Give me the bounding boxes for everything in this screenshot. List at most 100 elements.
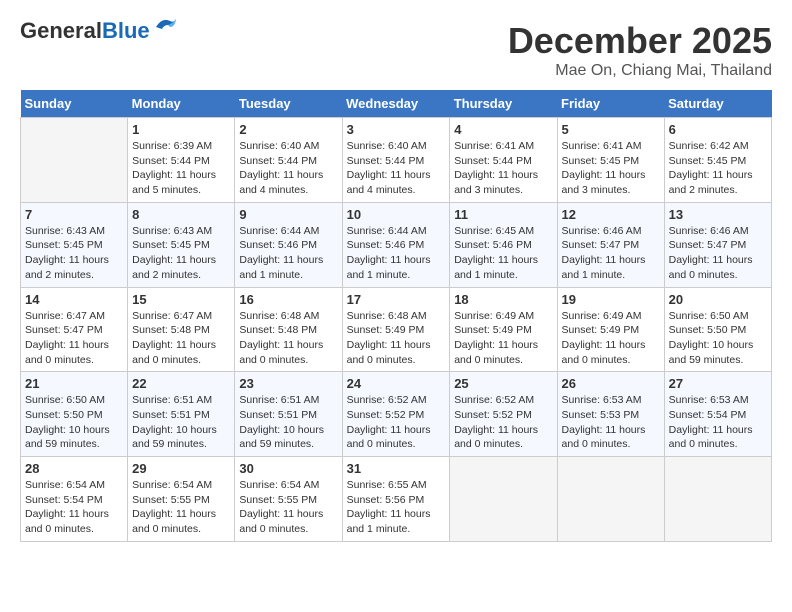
weekday-header-monday: Monday [128, 90, 235, 118]
calendar-cell [557, 457, 664, 542]
calendar-cell: 18 Sunrise: 6:49 AMSunset: 5:49 PMDayligh… [450, 287, 557, 372]
day-info: Sunrise: 6:52 AMSunset: 5:52 PMDaylight:… [454, 393, 552, 452]
logo-blue: Blue [102, 18, 150, 43]
calendar-week-row: 7 Sunrise: 6:43 AMSunset: 5:45 PMDaylight… [21, 202, 772, 287]
day-number: 10 [347, 207, 446, 222]
location: Mae On, Chiang Mai, Thailand [508, 62, 772, 80]
day-info: Sunrise: 6:54 AMSunset: 5:55 PMDaylight:… [239, 478, 337, 537]
day-info: Sunrise: 6:50 AMSunset: 5:50 PMDaylight:… [25, 393, 123, 452]
weekday-header-row: SundayMondayTuesdayWednesdayThursdayFrid… [21, 90, 772, 118]
calendar-cell: 27 Sunrise: 6:53 AMSunset: 5:54 PMDayligh… [664, 372, 771, 457]
day-number: 24 [347, 376, 446, 391]
calendar-table: SundayMondayTuesdayWednesdayThursdayFrid… [20, 90, 772, 542]
day-info: Sunrise: 6:50 AMSunset: 5:50 PMDaylight:… [669, 309, 767, 368]
day-info: Sunrise: 6:47 AMSunset: 5:48 PMDaylight:… [132, 309, 230, 368]
day-info: Sunrise: 6:44 AMSunset: 5:46 PMDaylight:… [239, 224, 337, 283]
calendar-cell: 16 Sunrise: 6:48 AMSunset: 5:48 PMDayligh… [235, 287, 342, 372]
day-info: Sunrise: 6:51 AMSunset: 5:51 PMDaylight:… [239, 393, 337, 452]
day-number: 1 [132, 122, 230, 137]
weekday-header-thursday: Thursday [450, 90, 557, 118]
day-info: Sunrise: 6:46 AMSunset: 5:47 PMDaylight:… [562, 224, 660, 283]
calendar-cell: 7 Sunrise: 6:43 AMSunset: 5:45 PMDaylight… [21, 202, 128, 287]
day-number: 31 [347, 461, 446, 476]
weekday-header-sunday: Sunday [21, 90, 128, 118]
calendar-cell: 25 Sunrise: 6:52 AMSunset: 5:52 PMDayligh… [450, 372, 557, 457]
day-number: 16 [239, 292, 337, 307]
calendar-cell: 13Sunrise: 6:46 AMSunset: 5:47 PMDayligh… [664, 202, 771, 287]
day-info: Sunrise: 6:43 AMSunset: 5:45 PMDaylight:… [25, 224, 123, 283]
calendar-cell: 21 Sunrise: 6:50 AMSunset: 5:50 PMDayligh… [21, 372, 128, 457]
day-info: Sunrise: 6:39 AMSunset: 5:44 PMDaylight:… [132, 139, 230, 198]
day-info: Sunrise: 6:49 AMSunset: 5:49 PMDaylight:… [562, 309, 660, 368]
calendar-cell: 26 Sunrise: 6:53 AMSunset: 5:53 PMDayligh… [557, 372, 664, 457]
calendar-cell: 3Sunrise: 6:40 AMSunset: 5:44 PMDaylight… [342, 118, 450, 203]
calendar-cell: 28 Sunrise: 6:54 AMSunset: 5:54 PMDayligh… [21, 457, 128, 542]
day-info: Sunrise: 6:42 AMSunset: 5:45 PMDaylight:… [669, 139, 767, 198]
day-number: 25 [454, 376, 552, 391]
day-info: Sunrise: 6:55 AMSunset: 5:56 PMDaylight:… [347, 478, 446, 537]
calendar-week-row: 21 Sunrise: 6:50 AMSunset: 5:50 PMDayligh… [21, 372, 772, 457]
calendar-cell: 24 Sunrise: 6:52 AMSunset: 5:52 PMDayligh… [342, 372, 450, 457]
day-number: 9 [239, 207, 337, 222]
day-number: 14 [25, 292, 123, 307]
day-info: Sunrise: 6:53 AMSunset: 5:53 PMDaylight:… [562, 393, 660, 452]
logo-bird-icon [154, 17, 178, 37]
day-info: Sunrise: 6:41 AMSunset: 5:45 PMDaylight:… [562, 139, 660, 198]
weekday-header-saturday: Saturday [664, 90, 771, 118]
day-number: 30 [239, 461, 337, 476]
calendar-cell: 15 Sunrise: 6:47 AMSunset: 5:48 PMDayligh… [128, 287, 235, 372]
calendar-cell: 14 Sunrise: 6:47 AMSunset: 5:47 PMDayligh… [21, 287, 128, 372]
calendar-cell: 31 Sunrise: 6:55 AMSunset: 5:56 PMDayligh… [342, 457, 450, 542]
day-number: 20 [669, 292, 767, 307]
day-number: 27 [669, 376, 767, 391]
day-number: 19 [562, 292, 660, 307]
day-number: 6 [669, 122, 767, 137]
logo-general: General [20, 18, 102, 43]
weekday-header-tuesday: Tuesday [235, 90, 342, 118]
calendar-cell: 5 Sunrise: 6:41 AMSunset: 5:45 PMDaylight… [557, 118, 664, 203]
day-number: 11 [454, 207, 552, 222]
calendar-cell: 1 Sunrise: 6:39 AMSunset: 5:44 PMDaylight… [128, 118, 235, 203]
month-title: December 2025 [508, 20, 772, 62]
day-info: Sunrise: 6:49 AMSunset: 5:49 PMDaylight:… [454, 309, 552, 368]
day-info: Sunrise: 6:47 AMSunset: 5:47 PMDaylight:… [25, 309, 123, 368]
calendar-cell: 22Sunrise: 6:51 AMSunset: 5:51 PMDayligh… [128, 372, 235, 457]
day-info: Sunrise: 6:51 AMSunset: 5:51 PMDaylight:… [132, 393, 230, 452]
logo: GeneralBlue [20, 20, 178, 42]
calendar-cell: 12 Sunrise: 6:46 AMSunset: 5:47 PMDayligh… [557, 202, 664, 287]
day-number: 23 [239, 376, 337, 391]
day-number: 4 [454, 122, 552, 137]
page-header: GeneralBlue December 2025 Mae On, Chiang… [20, 20, 772, 80]
day-info: Sunrise: 6:45 AMSunset: 5:46 PMDaylight:… [454, 224, 552, 283]
day-number: 15 [132, 292, 230, 307]
day-number: 2 [239, 122, 337, 137]
calendar-cell [664, 457, 771, 542]
day-number: 12 [562, 207, 660, 222]
day-number: 28 [25, 461, 123, 476]
weekday-header-friday: Friday [557, 90, 664, 118]
day-number: 21 [25, 376, 123, 391]
calendar-week-row: 28 Sunrise: 6:54 AMSunset: 5:54 PMDayligh… [21, 457, 772, 542]
calendar-week-row: 1 Sunrise: 6:39 AMSunset: 5:44 PMDaylight… [21, 118, 772, 203]
day-info: Sunrise: 6:53 AMSunset: 5:54 PMDaylight:… [669, 393, 767, 452]
weekday-header-wednesday: Wednesday [342, 90, 450, 118]
title-block: December 2025 Mae On, Chiang Mai, Thaila… [508, 20, 772, 80]
calendar-cell: 4Sunrise: 6:41 AMSunset: 5:44 PMDaylight… [450, 118, 557, 203]
day-info: Sunrise: 6:44 AMSunset: 5:46 PMDaylight:… [347, 224, 446, 283]
day-number: 7 [25, 207, 123, 222]
calendar-cell: 20 Sunrise: 6:50 AMSunset: 5:50 PMDayligh… [664, 287, 771, 372]
day-info: Sunrise: 6:43 AMSunset: 5:45 PMDaylight:… [132, 224, 230, 283]
calendar-cell: 17 Sunrise: 6:48 AMSunset: 5:49 PMDayligh… [342, 287, 450, 372]
calendar-cell: 11 Sunrise: 6:45 AMSunset: 5:46 PMDayligh… [450, 202, 557, 287]
day-info: Sunrise: 6:48 AMSunset: 5:49 PMDaylight:… [347, 309, 446, 368]
day-info: Sunrise: 6:40 AMSunset: 5:44 PMDaylight:… [239, 139, 337, 198]
day-number: 17 [347, 292, 446, 307]
day-info: Sunrise: 6:52 AMSunset: 5:52 PMDaylight:… [347, 393, 446, 452]
day-info: Sunrise: 6:54 AMSunset: 5:55 PMDaylight:… [132, 478, 230, 537]
day-info: Sunrise: 6:48 AMSunset: 5:48 PMDaylight:… [239, 309, 337, 368]
day-number: 18 [454, 292, 552, 307]
day-info: Sunrise: 6:54 AMSunset: 5:54 PMDaylight:… [25, 478, 123, 537]
day-number: 5 [562, 122, 660, 137]
day-number: 26 [562, 376, 660, 391]
calendar-cell: 23 Sunrise: 6:51 AMSunset: 5:51 PMDayligh… [235, 372, 342, 457]
